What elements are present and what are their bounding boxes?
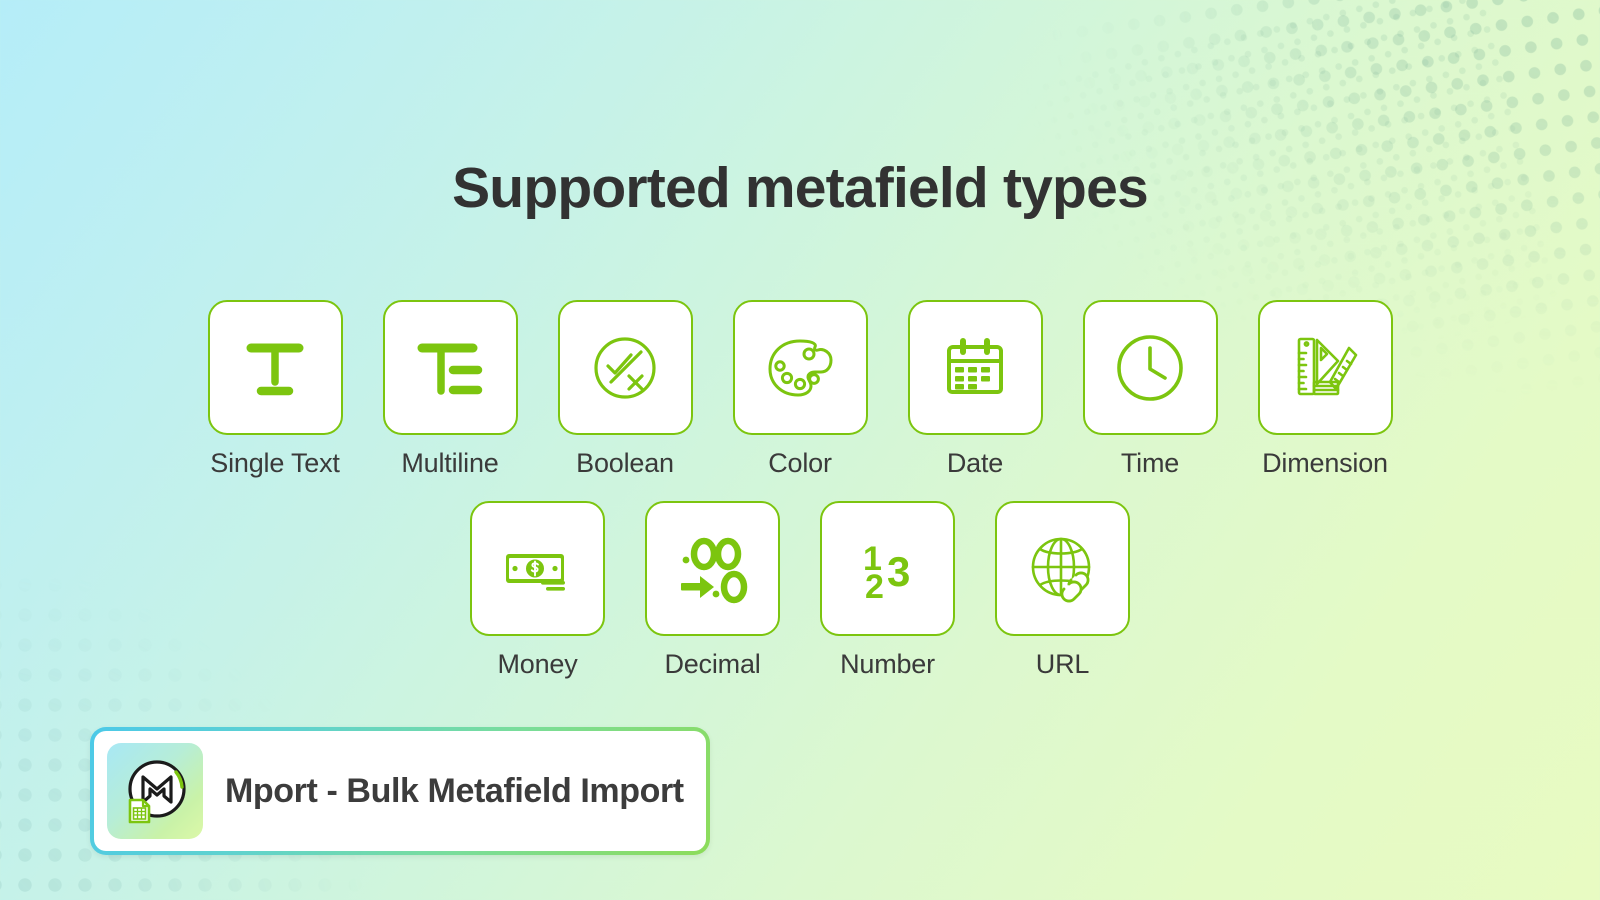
metafield-type-single-text[interactable]: Single Text: [207, 300, 343, 479]
metafield-type-decimal[interactable]: Decimal: [645, 501, 780, 680]
app-logo: [107, 743, 203, 839]
type-card: [207, 300, 343, 435]
svg-text:3: 3: [887, 548, 910, 595]
type-card: [1082, 300, 1218, 435]
type-label: Boolean: [576, 448, 674, 478]
type-label: Single Text: [210, 448, 340, 478]
type-label: Multiline: [401, 448, 499, 478]
app-name: Mport - Bulk Metafield Import: [225, 771, 684, 810]
type-card: [907, 300, 1043, 435]
globe-link-icon: [1024, 530, 1102, 608]
ruler-set-square-icon: [1286, 329, 1364, 407]
app-branding-card[interactable]: Mport - Bulk Metafield Import: [90, 727, 710, 855]
text-multiline-icon: [411, 329, 489, 407]
metafield-type-dimension[interactable]: Dimension: [1257, 300, 1393, 479]
clock-icon: [1111, 329, 1189, 407]
type-label: Decimal: [664, 649, 761, 679]
type-card: 1 2 3: [820, 501, 955, 636]
metafield-type-row-1: Single Text Multiline Boolean Color Date…: [0, 300, 1600, 479]
spreadsheet-document-icon: [128, 798, 151, 824]
check-cross-circle-icon: [586, 329, 664, 407]
type-label: Date: [946, 448, 1004, 478]
type-label: Time: [1120, 448, 1180, 478]
metafield-type-grid: Single Text Multiline Boolean Color Date…: [0, 300, 1600, 680]
type-card: [470, 501, 605, 636]
type-label: Number: [840, 649, 935, 679]
type-label: Money: [497, 649, 578, 679]
type-card: [1257, 300, 1393, 435]
mport-logo-icon: [128, 760, 186, 824]
app-branding-inner: Mport - Bulk Metafield Import: [94, 731, 706, 851]
poster-canvas: Supported metafield types Single Text Mu…: [0, 0, 1600, 900]
type-card: [382, 300, 518, 435]
metafield-type-money[interactable]: Money: [470, 501, 605, 680]
palette-icon: [761, 329, 839, 407]
calendar-icon: [936, 329, 1014, 407]
metafield-type-date[interactable]: Date: [907, 300, 1043, 479]
metafield-type-number[interactable]: 1 2 3 Number: [820, 501, 955, 680]
banknote-dollar-icon: [499, 530, 577, 608]
metafield-type-multiline[interactable]: Multiline: [382, 300, 518, 479]
type-card: [645, 501, 780, 636]
metafield-type-row-2: Money Decimal 1 2 3 Number URL: [0, 501, 1600, 680]
type-card: [732, 300, 868, 435]
text-single-line-icon: [236, 329, 314, 407]
decimal-rounding-icon: [674, 530, 752, 608]
svg-text:2: 2: [865, 568, 884, 606]
type-label: Color: [768, 448, 832, 478]
metafield-type-time[interactable]: Time: [1082, 300, 1218, 479]
page-title: Supported metafield types: [452, 156, 1149, 220]
digits-123-icon: 1 2 3: [849, 530, 927, 608]
metafield-type-color[interactable]: Color: [732, 300, 868, 479]
type-card: [995, 501, 1130, 636]
type-label: URL: [1035, 649, 1090, 679]
type-card: [557, 300, 693, 435]
metafield-type-boolean[interactable]: Boolean: [557, 300, 693, 479]
type-label: Dimension: [1262, 448, 1388, 478]
metafield-type-url[interactable]: URL: [995, 501, 1130, 680]
